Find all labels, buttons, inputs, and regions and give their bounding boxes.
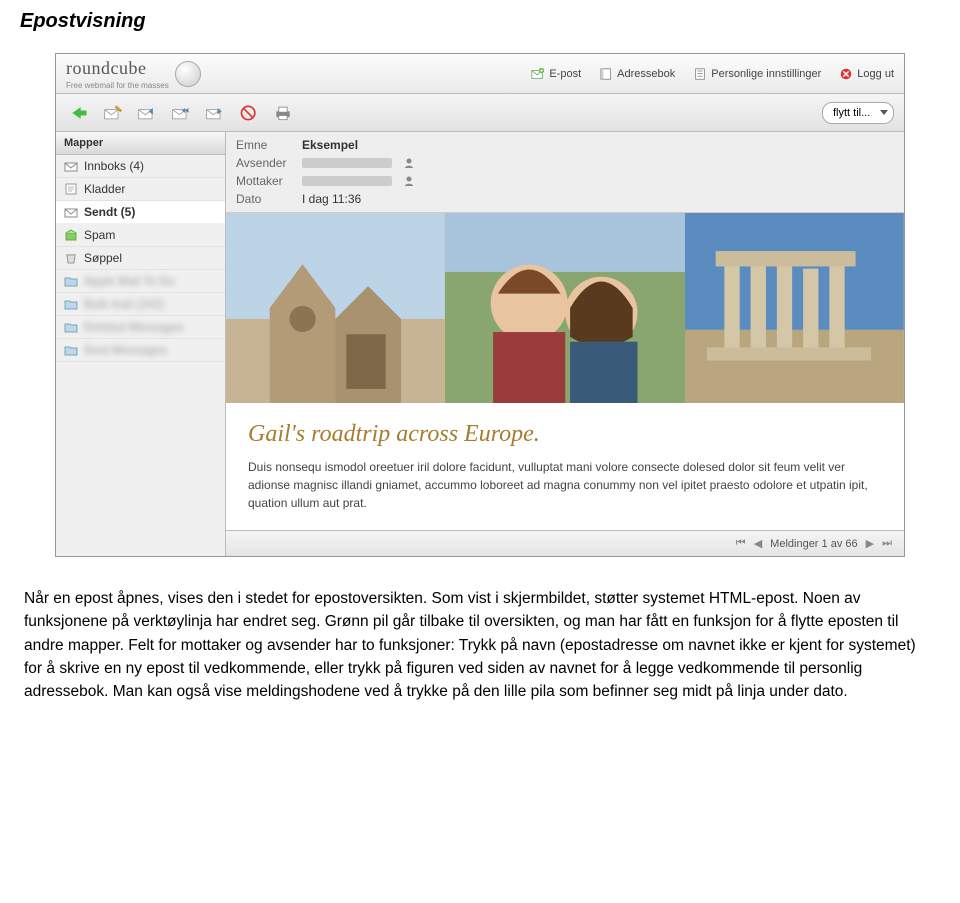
nav-logout[interactable]: Logg ut	[839, 67, 894, 81]
to-label: Mottaker	[236, 174, 294, 188]
pager: ⏮ ◀ Meldinger 1 av 66 ▶ ⏭	[226, 530, 904, 556]
arrow-left-icon	[69, 104, 89, 122]
folder-icon	[64, 298, 78, 310]
addressbook-icon	[599, 67, 613, 81]
folder-sidebar: Mapper Innboks (4) Kladder Sendt (5) Spam Sø…	[56, 132, 226, 556]
nav-mail[interactable]: E-post	[531, 67, 581, 81]
post-title: Gail's roadtrip across Europe.	[226, 403, 904, 454]
folder-item[interactable]: Apple Mail To Do	[56, 270, 225, 293]
reply-icon	[137, 104, 157, 122]
folder-item[interactable]: Sendt (5)	[56, 201, 225, 224]
forward-icon	[205, 104, 225, 122]
reply-button[interactable]	[134, 102, 160, 124]
folder-item[interactable]: Spam	[56, 224, 225, 247]
pager-prev-icon[interactable]: ◀	[754, 537, 762, 550]
subject-label: Emne	[236, 138, 294, 152]
folder-item[interactable]: Bulk mail (242)	[56, 293, 225, 316]
back-button[interactable]	[66, 102, 92, 124]
nav-addressbook[interactable]: Adressebok	[599, 67, 675, 81]
photo-ruins	[685, 213, 904, 403]
logout-icon	[839, 67, 853, 81]
app-body: Mapper Innboks (4) Kladder Sendt (5) Spam Sø…	[56, 132, 904, 556]
add-contact-from-icon[interactable]	[404, 157, 416, 169]
message-headers: Emne Eksempel Avsender Mottaker	[226, 132, 904, 213]
folder-label: Spam	[84, 228, 115, 242]
delete-icon	[239, 104, 259, 122]
pager-last-icon[interactable]: ⏭	[882, 537, 892, 550]
folder-label: Bulk mail (242)	[84, 297, 164, 311]
message-pane: Emne Eksempel Avsender Mottaker	[226, 132, 904, 556]
delete-button[interactable]	[236, 102, 262, 124]
folder-item[interactable]: Søppel	[56, 247, 225, 270]
date-value: I dag 11:36	[302, 192, 361, 206]
photo-people	[445, 213, 686, 403]
mail-plus-icon	[531, 67, 545, 81]
document-title: Epostvisning	[20, 10, 940, 33]
reply-all-button[interactable]	[168, 102, 194, 124]
sidebar-header: Mapper	[56, 132, 225, 155]
photo-cathedral	[226, 213, 445, 403]
folder-item[interactable]: Deleted Messages	[56, 316, 225, 339]
description-paragraph: Når en epost åpnes, vises den i stedet f…	[20, 587, 940, 703]
brand: roundcube Free webmail for the masses	[66, 58, 201, 90]
folder-item[interactable]: Kladder	[56, 178, 225, 201]
print-button[interactable]	[270, 102, 296, 124]
brand-tagline: Free webmail for the masses	[66, 81, 169, 90]
pager-text: Meldinger 1 av 66	[770, 538, 857, 550]
print-icon	[273, 104, 293, 122]
reply-all-icon	[171, 104, 191, 122]
folder-icon	[64, 275, 78, 287]
sent-icon	[64, 206, 78, 218]
folder-label: Kladder	[84, 182, 125, 196]
compose-button[interactable]	[100, 102, 126, 124]
nav-logout-label: Logg ut	[857, 68, 894, 80]
folder-label: Sendt (5)	[84, 205, 135, 219]
brand-name: roundcube	[66, 58, 169, 79]
folder-icon	[64, 344, 78, 356]
settings-icon	[693, 67, 707, 81]
spam-icon	[64, 229, 78, 241]
add-contact-to-icon[interactable]	[404, 175, 416, 187]
app-header: roundcube Free webmail for the masses E-…	[56, 54, 904, 94]
compose-icon	[103, 104, 123, 122]
folder-label: Innboks (4)	[84, 159, 144, 173]
nav-mail-label: E-post	[549, 68, 581, 80]
folder-item[interactable]: Sent Messages	[56, 339, 225, 362]
forward-button[interactable]	[202, 102, 228, 124]
app-screenshot: roundcube Free webmail for the masses E-…	[55, 53, 905, 557]
toolbar: flytt til...	[56, 94, 904, 132]
brand-logo-icon	[175, 61, 201, 87]
move-to-select[interactable]: flytt til...	[822, 102, 894, 124]
inbox-icon	[64, 160, 78, 172]
date-label: Dato	[236, 192, 294, 206]
folder-label: Apple Mail To Do	[84, 274, 175, 288]
nav-settings-label: Personlige innstillinger	[711, 68, 821, 80]
from-label: Avsender	[236, 156, 294, 170]
folder-icon	[64, 321, 78, 333]
folder-item[interactable]: Innboks (4)	[56, 155, 225, 178]
folder-label: Deleted Messages	[84, 320, 183, 334]
pager-next-icon[interactable]: ▶	[866, 537, 874, 550]
nav-settings[interactable]: Personlige innstillinger	[693, 67, 821, 81]
top-nav: E-post Adressebok Personlige innstilling…	[531, 67, 894, 81]
photo-row	[226, 213, 904, 403]
draft-icon	[64, 183, 78, 195]
subject-value: Eksempel	[302, 138, 358, 152]
to-value-redacted[interactable]	[302, 176, 392, 186]
pager-first-icon[interactable]: ⏮	[736, 537, 746, 550]
folder-label: Søppel	[84, 251, 122, 265]
message-body: Gail's roadtrip across Europe. Duis nons…	[226, 213, 904, 530]
trash-icon	[64, 252, 78, 264]
nav-addressbook-label: Adressebok	[617, 68, 675, 80]
post-body: Duis nonsequ ismodol oreetuer iril dolor…	[226, 454, 904, 530]
folder-label: Sent Messages	[84, 343, 167, 357]
from-value-redacted[interactable]	[302, 158, 392, 168]
